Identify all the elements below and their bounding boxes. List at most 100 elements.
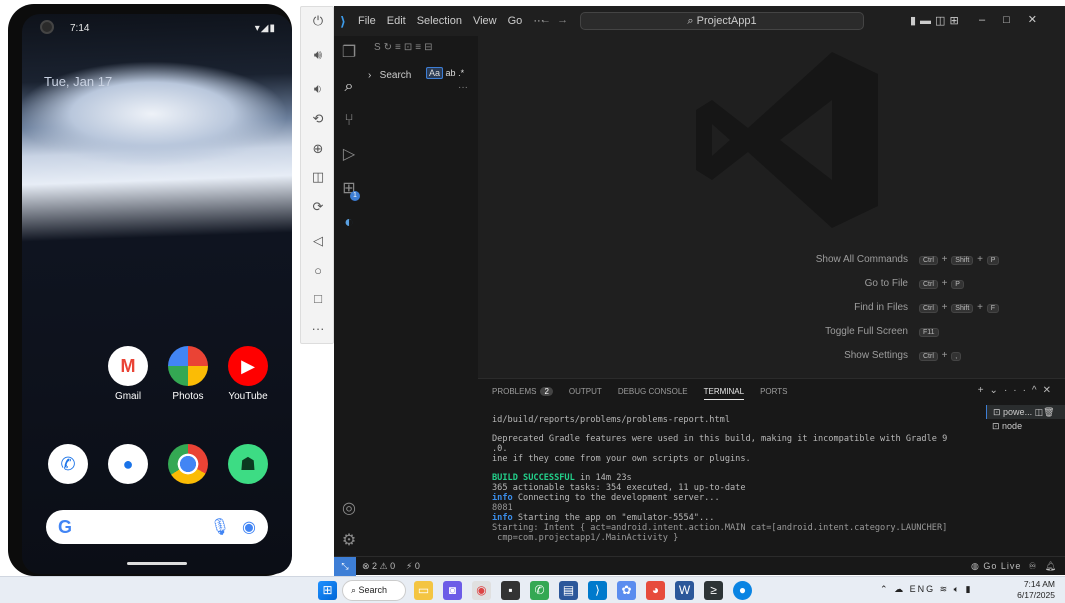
terminal-line: cmp=com.projectapp1/.MainActivity } (492, 533, 679, 543)
home-icon[interactable]: ○ (310, 263, 326, 279)
more-options-icon[interactable]: ··· (458, 82, 468, 93)
layout-toggle-icons[interactable]: ▮▬◫⊞ (910, 14, 963, 27)
source-control-icon[interactable]: ⑂ (334, 106, 364, 136)
bell-icon[interactable]: 🔔︎ (1045, 561, 1057, 571)
phone-screen[interactable]: 7:14 ▾◢▮ Tue, Jan 17 M Gmail Photos ▶ Yo… (22, 14, 292, 574)
cloud-icon[interactable]: ☁ (894, 584, 905, 594)
word-icon[interactable]: W (675, 581, 694, 600)
zoom-icon[interactable]: ⊕ (310, 141, 326, 157)
android-emulator-phone: 7:14 ▾◢▮ Tue, Jan 17 M Gmail Photos ▶ Yo… (8, 4, 292, 576)
shortcut-label: Show Settings (844, 350, 908, 361)
split-icon[interactable]: ◫ (1035, 407, 1044, 417)
taskbar-clock[interactable]: 7:14 AM 6/17/2025 (1017, 579, 1055, 601)
app-icon[interactable]: ● (733, 581, 752, 600)
shortcut-row[interactable]: Go to File Ctrl + P (708, 278, 1048, 289)
shortcut-row[interactable]: Show All Commands Ctrl + Shift + P (708, 254, 1048, 265)
app-icon[interactable]: ◙ (443, 581, 462, 600)
whole-word-toggle[interactable]: ab (446, 68, 456, 78)
search-input[interactable]: › Search (368, 70, 411, 81)
terminal-item-node[interactable]: ⊡ node (986, 419, 1065, 433)
vscode-taskbar-icon[interactable]: ⟩ (588, 581, 607, 600)
explorer-icon[interactable]: ❐ (334, 38, 364, 68)
app-gmail[interactable]: M Gmail (106, 346, 150, 402)
wifi-icon[interactable]: ≋ (940, 584, 950, 594)
rotate-left-icon[interactable]: ⟲ (310, 111, 326, 127)
overview-icon[interactable]: □ (310, 291, 326, 307)
store-icon[interactable]: ▤ (559, 581, 578, 600)
app-android[interactable]: ☗ (226, 444, 270, 489)
more-icon[interactable]: ··· (310, 321, 326, 337)
chevron-up-icon[interactable]: ⌃ (880, 584, 890, 594)
shortcut-row[interactable]: Find in Files Ctrl + Shift + F (708, 302, 1048, 313)
menu-go[interactable]: Go (508, 15, 523, 27)
settings-gear-icon[interactable]: ⚙ (334, 526, 364, 556)
shortcut-row[interactable]: Toggle Full Screen F11 (708, 326, 1048, 337)
search-icon[interactable]: ⌕ (334, 72, 364, 102)
tab-output[interactable]: OUTPUT (569, 387, 602, 400)
remote-icon[interactable]: ⤡ (334, 557, 356, 576)
window-controls[interactable]: –□✕ (979, 13, 1055, 26)
cmd-icon[interactable]: ≥ (704, 581, 723, 600)
terminal-item-powershell[interactable]: ⊡ powe... ◫🗑︎ (986, 405, 1065, 419)
terminal-output[interactable]: id/build/reports/problems/problems-repor… (492, 415, 984, 543)
menu-edit[interactable]: Edit (387, 15, 406, 27)
file-explorer-icon[interactable]: ▭ (414, 581, 433, 600)
app-youtube[interactable]: ▶ YouTube (226, 346, 270, 402)
trash-icon[interactable]: 🗑︎ (1043, 407, 1054, 417)
terminal-line: info Starting the app on "emulator-5554"… (492, 513, 715, 523)
speaker-icon[interactable]: 🔈︎ (954, 584, 961, 594)
panel-actions[interactable]: +⌄···^✕ (978, 385, 1057, 396)
search-toolbar-icons[interactable]: S↻≡⊡≡⊟ (374, 42, 435, 53)
vscode-watermark-logo (696, 52, 878, 228)
nav-arrows[interactable]: ← → (540, 14, 568, 26)
command-center-search[interactable]: ⌕ ProjectApp1 (580, 12, 864, 30)
fold-icon[interactable]: ◫ (310, 169, 326, 185)
edge-icon[interactable]: ◐ (334, 208, 364, 238)
power-icon[interactable]: ⏻ (310, 13, 326, 29)
copilot-icon[interactable]: ♾ (1028, 561, 1037, 571)
tab-terminal[interactable]: TERMINAL (703, 387, 745, 400)
shortcut-row[interactable]: Show Settings Ctrl + , (708, 350, 1048, 361)
start-icon[interactable]: ⊞ (318, 581, 337, 600)
status-ports[interactable]: ⚡ 0 (406, 561, 420, 572)
tab-problems[interactable]: PROBLEMS 2 (492, 387, 553, 400)
menu-file[interactable]: File (358, 15, 376, 27)
volume-up-icon[interactable]: 🔊︎ (310, 47, 326, 63)
match-case-toggle[interactable]: Aa (426, 67, 444, 79)
volume-down-icon[interactable]: 🔉︎ (310, 81, 326, 97)
chrome-taskbar-icon[interactable]: ◉ (472, 581, 491, 600)
google-search-bar[interactable]: G 🎙︎ ◉ (46, 510, 268, 544)
whatsapp-icon[interactable]: ✆ (530, 581, 549, 600)
app-chrome[interactable] (166, 444, 210, 489)
tab-ports[interactable]: PORTS (760, 387, 787, 400)
terminal-taskbar-icon[interactable]: ▪ (501, 581, 520, 600)
key-cap: + (938, 302, 951, 313)
phone-status-icons: ▾◢▮ (254, 23, 276, 34)
app-icon[interactable]: ✿ (617, 581, 636, 600)
terminal-line: 365 actionable tasks: 354 executed, 11 u… (492, 483, 746, 493)
search-sidebar: S↻≡⊡≡⊟ › Search Aa ab .* ··· (364, 36, 478, 556)
lens-icon[interactable]: ◉ (242, 517, 256, 537)
rotate-right-icon[interactable]: ⟳ (310, 199, 326, 215)
language-indicator[interactable]: ENG (910, 584, 936, 594)
mic-icon[interactable]: 🎙︎ (210, 517, 230, 537)
terminal-line: .0. (492, 444, 508, 454)
app-photos[interactable]: Photos (166, 346, 210, 402)
taskbar-search[interactable]: ⌕ Search (342, 580, 406, 601)
run-debug-icon[interactable]: ▷ (334, 140, 364, 170)
menu-selection[interactable]: Selection (417, 15, 462, 27)
gesture-nav-pill[interactable] (127, 562, 187, 565)
golive-icon: ◍ (971, 561, 980, 571)
battery-icon[interactable]: ▮ (966, 584, 973, 594)
extensions-icon[interactable]: ⊞ 1 (334, 174, 364, 204)
app-messages[interactable]: ● (106, 444, 150, 489)
menu-view[interactable]: View (473, 15, 497, 27)
back-icon[interactable]: ◁ (310, 233, 326, 249)
app-icon[interactable]: ◕ (646, 581, 665, 600)
tab-debug-console[interactable]: DEBUG CONSOLE (618, 387, 688, 400)
regex-toggle[interactable]: .* (458, 68, 464, 78)
app-phone[interactable]: ✆ (46, 444, 90, 489)
go-live-button[interactable]: Go Live (983, 561, 1021, 571)
status-problems[interactable]: ⊗ 2 ⚠ 0 (362, 561, 395, 572)
account-icon[interactable]: ◎ (334, 494, 364, 524)
